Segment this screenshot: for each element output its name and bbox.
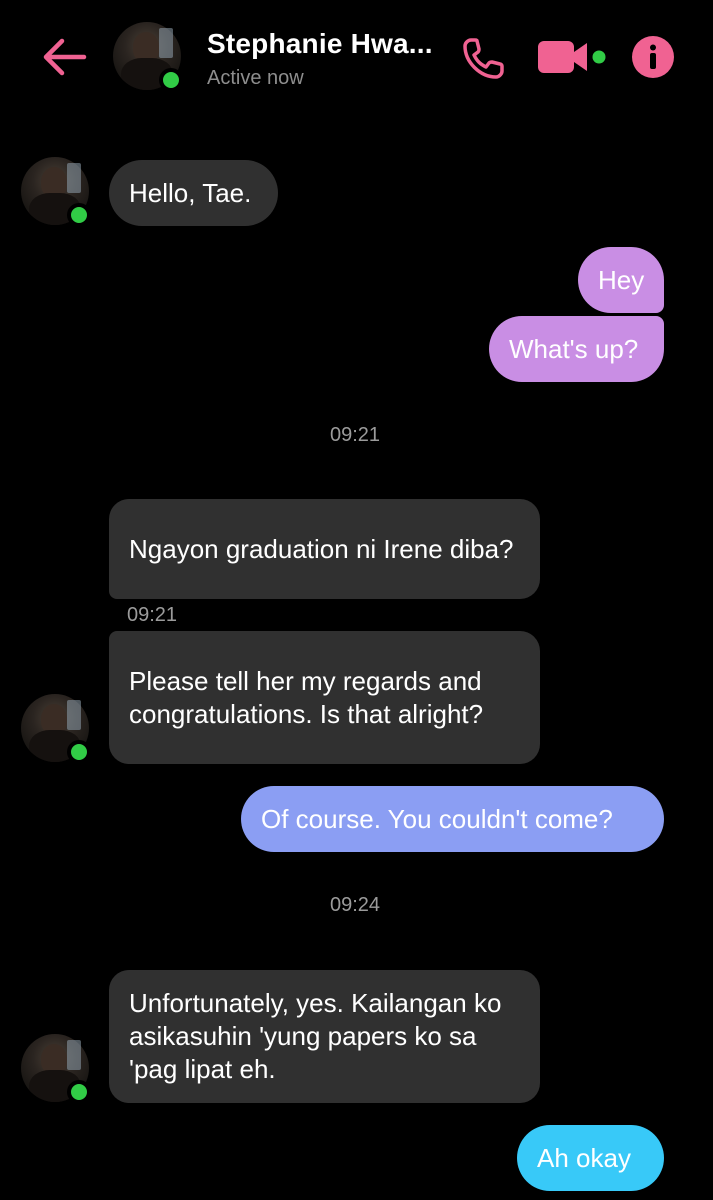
timestamp: 09:24 xyxy=(330,894,381,916)
phone-icon[interactable] xyxy=(462,36,508,80)
message-bubble-incoming[interactable]: Hello, Tae. xyxy=(109,160,278,226)
video-camera-icon[interactable] xyxy=(537,38,609,76)
online-indicator xyxy=(67,740,91,764)
timestamp: 09:21 xyxy=(330,424,381,446)
message-time: 09:21 xyxy=(127,604,178,626)
online-indicator xyxy=(67,1080,91,1104)
message-bubble-incoming[interactable]: Please tell her my regards and congratul… xyxy=(109,631,540,764)
contact-name[interactable]: Stephanie Hwa... xyxy=(207,28,433,60)
message-bubble-outgoing[interactable]: Hey xyxy=(578,247,664,313)
online-indicator xyxy=(67,203,91,227)
message-bubble-outgoing[interactable]: What's up? xyxy=(489,316,664,382)
sender-avatar[interactable] xyxy=(21,157,91,227)
info-icon[interactable] xyxy=(631,35,675,79)
message-bubble-outgoing[interactable]: Of course. You couldn't come? xyxy=(241,786,664,852)
chat-header: Stephanie Hwa... Active now xyxy=(0,0,713,115)
message-bubble-incoming[interactable]: Unfortunately, yes. Kailangan ko asikasu… xyxy=(109,970,540,1103)
contact-avatar[interactable] xyxy=(113,22,183,92)
message-bubble-outgoing[interactable]: Ah okay xyxy=(517,1125,664,1191)
message-bubble-incoming[interactable]: Ngayon graduation ni Irene diba? xyxy=(109,499,540,599)
chat-screen: Stephanie Hwa... Active now Hello, Tae. … xyxy=(0,0,713,1200)
sender-avatar[interactable] xyxy=(21,1034,91,1104)
active-status: Active now xyxy=(207,67,304,89)
online-indicator xyxy=(159,68,183,92)
sender-avatar[interactable] xyxy=(21,694,91,764)
back-arrow-icon[interactable] xyxy=(40,32,90,82)
